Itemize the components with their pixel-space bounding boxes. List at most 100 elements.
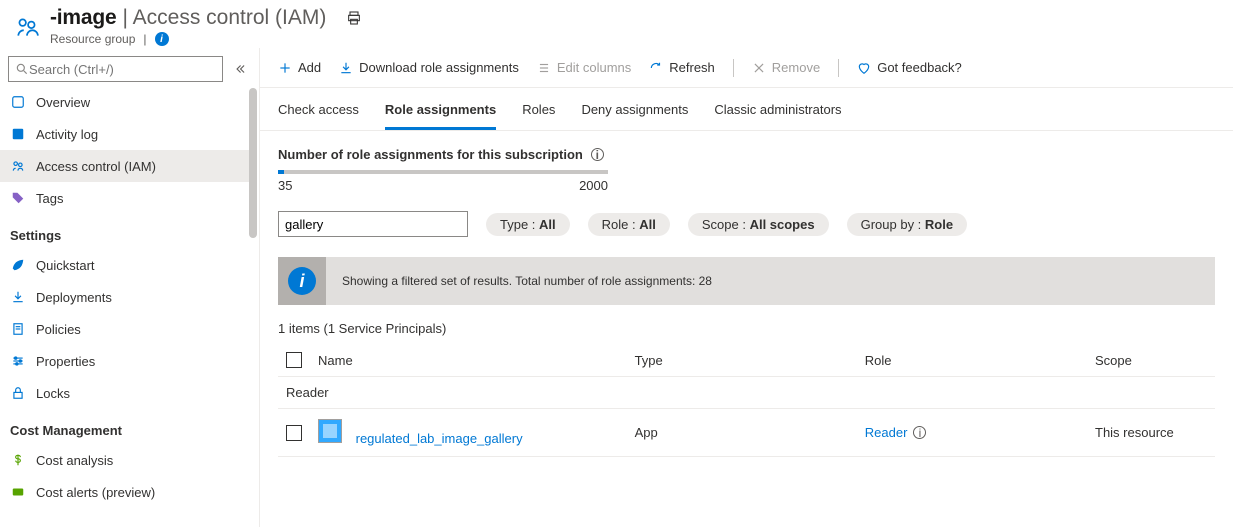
result-count: 1 items (1 Service Principals) bbox=[278, 321, 1215, 336]
progress-max: 2000 bbox=[579, 178, 608, 193]
plus-icon bbox=[278, 61, 292, 75]
deployments-icon bbox=[10, 290, 26, 304]
sidebar-item-label: Properties bbox=[36, 354, 95, 369]
sidebar-scrollbar[interactable] bbox=[247, 88, 259, 488]
column-header-scope[interactable]: Scope bbox=[1095, 353, 1215, 368]
sidebar-item-overview[interactable]: Overview bbox=[0, 86, 249, 118]
toolbar-separator bbox=[733, 59, 734, 77]
access-control-icon bbox=[10, 159, 26, 173]
activity-log-icon bbox=[10, 127, 26, 141]
sidebar-item-label: Activity log bbox=[36, 127, 98, 142]
table-header-row: Name Type Role Scope bbox=[278, 344, 1215, 377]
filter-role-pill[interactable]: Role : All bbox=[588, 213, 670, 236]
sidebar-item-quickstart[interactable]: Quickstart bbox=[0, 249, 249, 281]
sidebar-item-label: Cost analysis bbox=[36, 453, 113, 468]
cost-alerts-icon bbox=[10, 485, 26, 499]
progress-title: Number of role assignments for this subs… bbox=[278, 147, 1215, 162]
tab-deny-assignments[interactable]: Deny assignments bbox=[581, 102, 688, 130]
progress-labels: 35 2000 bbox=[278, 178, 608, 193]
overview-icon bbox=[10, 95, 26, 109]
row-name-link[interactable]: regulated_lab_image_gallery bbox=[356, 431, 523, 446]
filter-groupby-pill[interactable]: Group by : Role bbox=[847, 213, 967, 236]
heart-icon bbox=[857, 61, 871, 75]
sidebar-search-field[interactable] bbox=[29, 62, 216, 77]
info-icon[interactable]: i bbox=[155, 32, 169, 46]
row-checkbox[interactable] bbox=[286, 425, 302, 441]
sidebar-item-activity-log[interactable]: Activity log bbox=[0, 118, 249, 150]
sidebar-item-label: Overview bbox=[36, 95, 90, 110]
breadcrumb: Resource group | i bbox=[50, 32, 362, 46]
row-type: App bbox=[635, 425, 865, 440]
sidebar-item-label: Tags bbox=[36, 191, 63, 206]
info-icon[interactable]: i bbox=[591, 148, 604, 161]
toolbar: Add Download role assignments Edit colum… bbox=[260, 48, 1233, 88]
search-input[interactable] bbox=[8, 56, 223, 82]
properties-icon bbox=[10, 354, 26, 368]
print-icon[interactable] bbox=[346, 10, 362, 26]
tab-check-access[interactable]: Check access bbox=[278, 102, 359, 130]
column-header-role[interactable]: Role bbox=[865, 353, 1095, 368]
sidebar-item-label: Quickstart bbox=[36, 258, 95, 273]
refresh-button[interactable]: Refresh bbox=[649, 60, 715, 75]
sidebar-item-properties[interactable]: Properties bbox=[0, 345, 249, 377]
sidebar-item-label: Access control (IAM) bbox=[36, 159, 156, 174]
progress-current: 35 bbox=[278, 178, 292, 193]
tab-roles[interactable]: Roles bbox=[522, 102, 555, 130]
info-banner-text: Showing a filtered set of results. Total… bbox=[326, 274, 728, 288]
locks-icon bbox=[10, 386, 26, 400]
add-button[interactable]: Add bbox=[278, 60, 321, 75]
sidebar: Overview Activity log Access control (IA… bbox=[0, 48, 260, 527]
table-row: regulated_lab_image_gallery App Reader i… bbox=[278, 409, 1215, 457]
refresh-icon bbox=[649, 61, 663, 75]
filter-row: Type : All Role : All Scope : All scopes… bbox=[278, 211, 1215, 237]
select-all-checkbox[interactable] bbox=[286, 352, 302, 368]
sidebar-item-label: Cost alerts (preview) bbox=[36, 485, 155, 500]
tab-bar: Check access Role assignments Roles Deny… bbox=[260, 88, 1233, 131]
app-icon bbox=[318, 419, 342, 443]
remove-icon bbox=[752, 61, 766, 75]
tab-classic-administrators[interactable]: Classic administrators bbox=[714, 102, 841, 130]
feedback-button[interactable]: Got feedback? bbox=[857, 60, 962, 75]
progress-bar bbox=[278, 170, 608, 174]
sidebar-item-tags[interactable]: Tags bbox=[0, 182, 249, 214]
info-icon[interactable]: i bbox=[913, 426, 926, 439]
cost-analysis-icon bbox=[10, 453, 26, 467]
row-scope: This resource bbox=[1095, 425, 1215, 440]
download-role-assignments-button[interactable]: Download role assignments bbox=[339, 60, 519, 75]
filter-type-pill[interactable]: Type : All bbox=[486, 213, 570, 236]
sidebar-section-settings: Settings bbox=[0, 214, 249, 249]
sidebar-item-cost-analysis[interactable]: Cost analysis bbox=[0, 444, 249, 476]
row-role-link[interactable]: Reader bbox=[865, 425, 908, 440]
sidebar-item-label: Policies bbox=[36, 322, 81, 337]
collapse-sidebar-icon[interactable] bbox=[229, 58, 251, 80]
resource-group-icon bbox=[14, 14, 40, 40]
tab-role-assignments[interactable]: Role assignments bbox=[385, 102, 496, 130]
group-header[interactable]: Reader bbox=[278, 377, 1215, 409]
page-title-suffix: | Access control (IAM) bbox=[123, 6, 327, 30]
sidebar-item-label: Deployments bbox=[36, 290, 112, 305]
search-icon bbox=[15, 62, 29, 76]
columns-icon bbox=[537, 61, 551, 75]
download-icon bbox=[339, 61, 353, 75]
edit-columns-button[interactable]: Edit columns bbox=[537, 60, 631, 75]
sidebar-item-label: Locks bbox=[36, 386, 70, 401]
sidebar-item-deployments[interactable]: Deployments bbox=[0, 281, 249, 313]
column-header-name[interactable]: Name bbox=[318, 353, 635, 368]
remove-button[interactable]: Remove bbox=[752, 60, 820, 75]
filter-scope-pill[interactable]: Scope : All scopes bbox=[688, 213, 829, 236]
info-banner-icon: i bbox=[278, 257, 326, 305]
policies-icon bbox=[10, 322, 26, 336]
info-banner: i Showing a filtered set of results. Tot… bbox=[278, 257, 1215, 305]
sidebar-item-locks[interactable]: Locks bbox=[0, 377, 249, 409]
sidebar-item-cost-alerts[interactable]: Cost alerts (preview) bbox=[0, 476, 249, 508]
resource-title: -image bbox=[50, 6, 117, 30]
sidebar-section-cost: Cost Management bbox=[0, 409, 249, 444]
filter-search-input[interactable] bbox=[278, 211, 468, 237]
column-header-type[interactable]: Type bbox=[635, 353, 865, 368]
toolbar-separator bbox=[838, 59, 839, 77]
results-table: Name Type Role Scope Reader regulated_la… bbox=[278, 344, 1215, 457]
sidebar-item-access-control[interactable]: Access control (IAM) bbox=[0, 150, 249, 182]
sidebar-item-policies[interactable]: Policies bbox=[0, 313, 249, 345]
page-header: -image | Access control (IAM) Resource g… bbox=[0, 0, 1233, 48]
tags-icon bbox=[10, 191, 26, 205]
